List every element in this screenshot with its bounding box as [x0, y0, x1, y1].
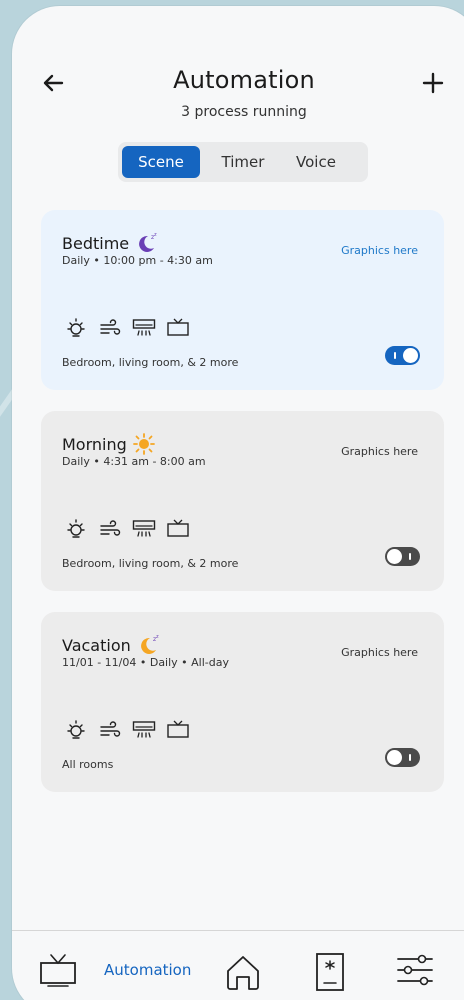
automation-card-morning[interactable]: Morning Daily • 4:31 am - 8:00 am Graphi… [41, 411, 444, 591]
plus-icon [422, 72, 444, 94]
card-title: Vacation [62, 635, 131, 655]
page-title: Automation [173, 66, 315, 94]
nav-settings[interactable] [394, 951, 436, 989]
card-schedule: Daily • 4:31 am - 8:00 am [62, 455, 206, 468]
tv-icon [40, 954, 76, 987]
air-conditioner-icon [132, 318, 156, 338]
home-icon [227, 956, 259, 990]
card-toggle[interactable] [385, 748, 420, 767]
light-bulb-icon [64, 720, 88, 740]
fan-icon [98, 720, 122, 740]
tv-icon [166, 720, 190, 740]
air-conditioner-icon [132, 720, 156, 740]
card-graphic-placeholder: Graphics here [341, 646, 418, 659]
card-graphic-placeholder: Graphics here [341, 244, 418, 257]
card-title-row: Vacation z z [62, 634, 161, 656]
phone-frame: Automation 3 process running Scene Timer… [12, 6, 464, 1000]
toggle-knob [387, 549, 402, 564]
light-bulb-icon [64, 519, 88, 539]
fan-icon [98, 519, 122, 539]
device-icons [64, 720, 190, 740]
bottom-navigation: Automation [12, 930, 464, 1000]
nav-automation-label: Automation [104, 961, 192, 979]
nav-devices[interactable] [38, 951, 78, 989]
card-schedule: Daily • 10:00 pm - 4:30 am [62, 254, 213, 267]
card-schedule: 11/01 - 11/04 • Daily • All-day [62, 656, 229, 669]
card-toggle[interactable] [385, 346, 420, 365]
card-title-row: Bedtime z z [62, 232, 159, 254]
header: Automation 3 process running [12, 6, 464, 136]
card-title-row: Morning [62, 433, 155, 455]
tv-icon [166, 318, 190, 338]
tab-bar: Scene Timer Voice [118, 142, 368, 182]
air-conditioner-icon [132, 519, 156, 539]
nav-home[interactable] [222, 951, 264, 993]
moon-icon: z z [139, 232, 157, 252]
nav-automation[interactable]: Automation [104, 961, 191, 979]
card-rooms: Bedroom, living room, & 2 more [62, 557, 239, 570]
nav-remote[interactable] [314, 951, 346, 993]
tab-voice[interactable]: Voice [286, 146, 346, 178]
tv-icon [166, 519, 190, 539]
page-subtitle: 3 process running [181, 104, 307, 120]
tab-scene[interactable]: Scene [122, 146, 200, 178]
add-button[interactable] [418, 68, 448, 98]
svg-text:z: z [156, 634, 159, 640]
card-rooms: All rooms [62, 758, 114, 771]
fan-icon [98, 318, 122, 338]
sun-icon [132, 433, 155, 455]
card-title: Morning [62, 434, 127, 454]
sliders-icon [397, 954, 433, 986]
toggle-knob [387, 750, 402, 765]
svg-text:z: z [154, 232, 157, 238]
moon-icon: z z [140, 634, 159, 654]
remote-icon [316, 953, 344, 991]
card-toggle[interactable] [385, 547, 420, 566]
device-icons [64, 318, 190, 338]
tab-timer[interactable]: Timer [200, 146, 286, 178]
light-bulb-icon [64, 318, 88, 338]
automation-card-vacation[interactable]: Vacation z z 11/01 - 11/04 • Daily • All… [41, 612, 444, 792]
device-icons [64, 519, 190, 539]
automation-card-bedtime[interactable]: Bedtime z z Daily • 10:00 pm - 4:30 am G… [41, 210, 444, 390]
card-rooms: Bedroom, living room, & 2 more [62, 356, 239, 369]
card-title: Bedtime [62, 233, 130, 253]
card-graphic-placeholder: Graphics here [341, 445, 418, 458]
toggle-knob [403, 348, 418, 363]
